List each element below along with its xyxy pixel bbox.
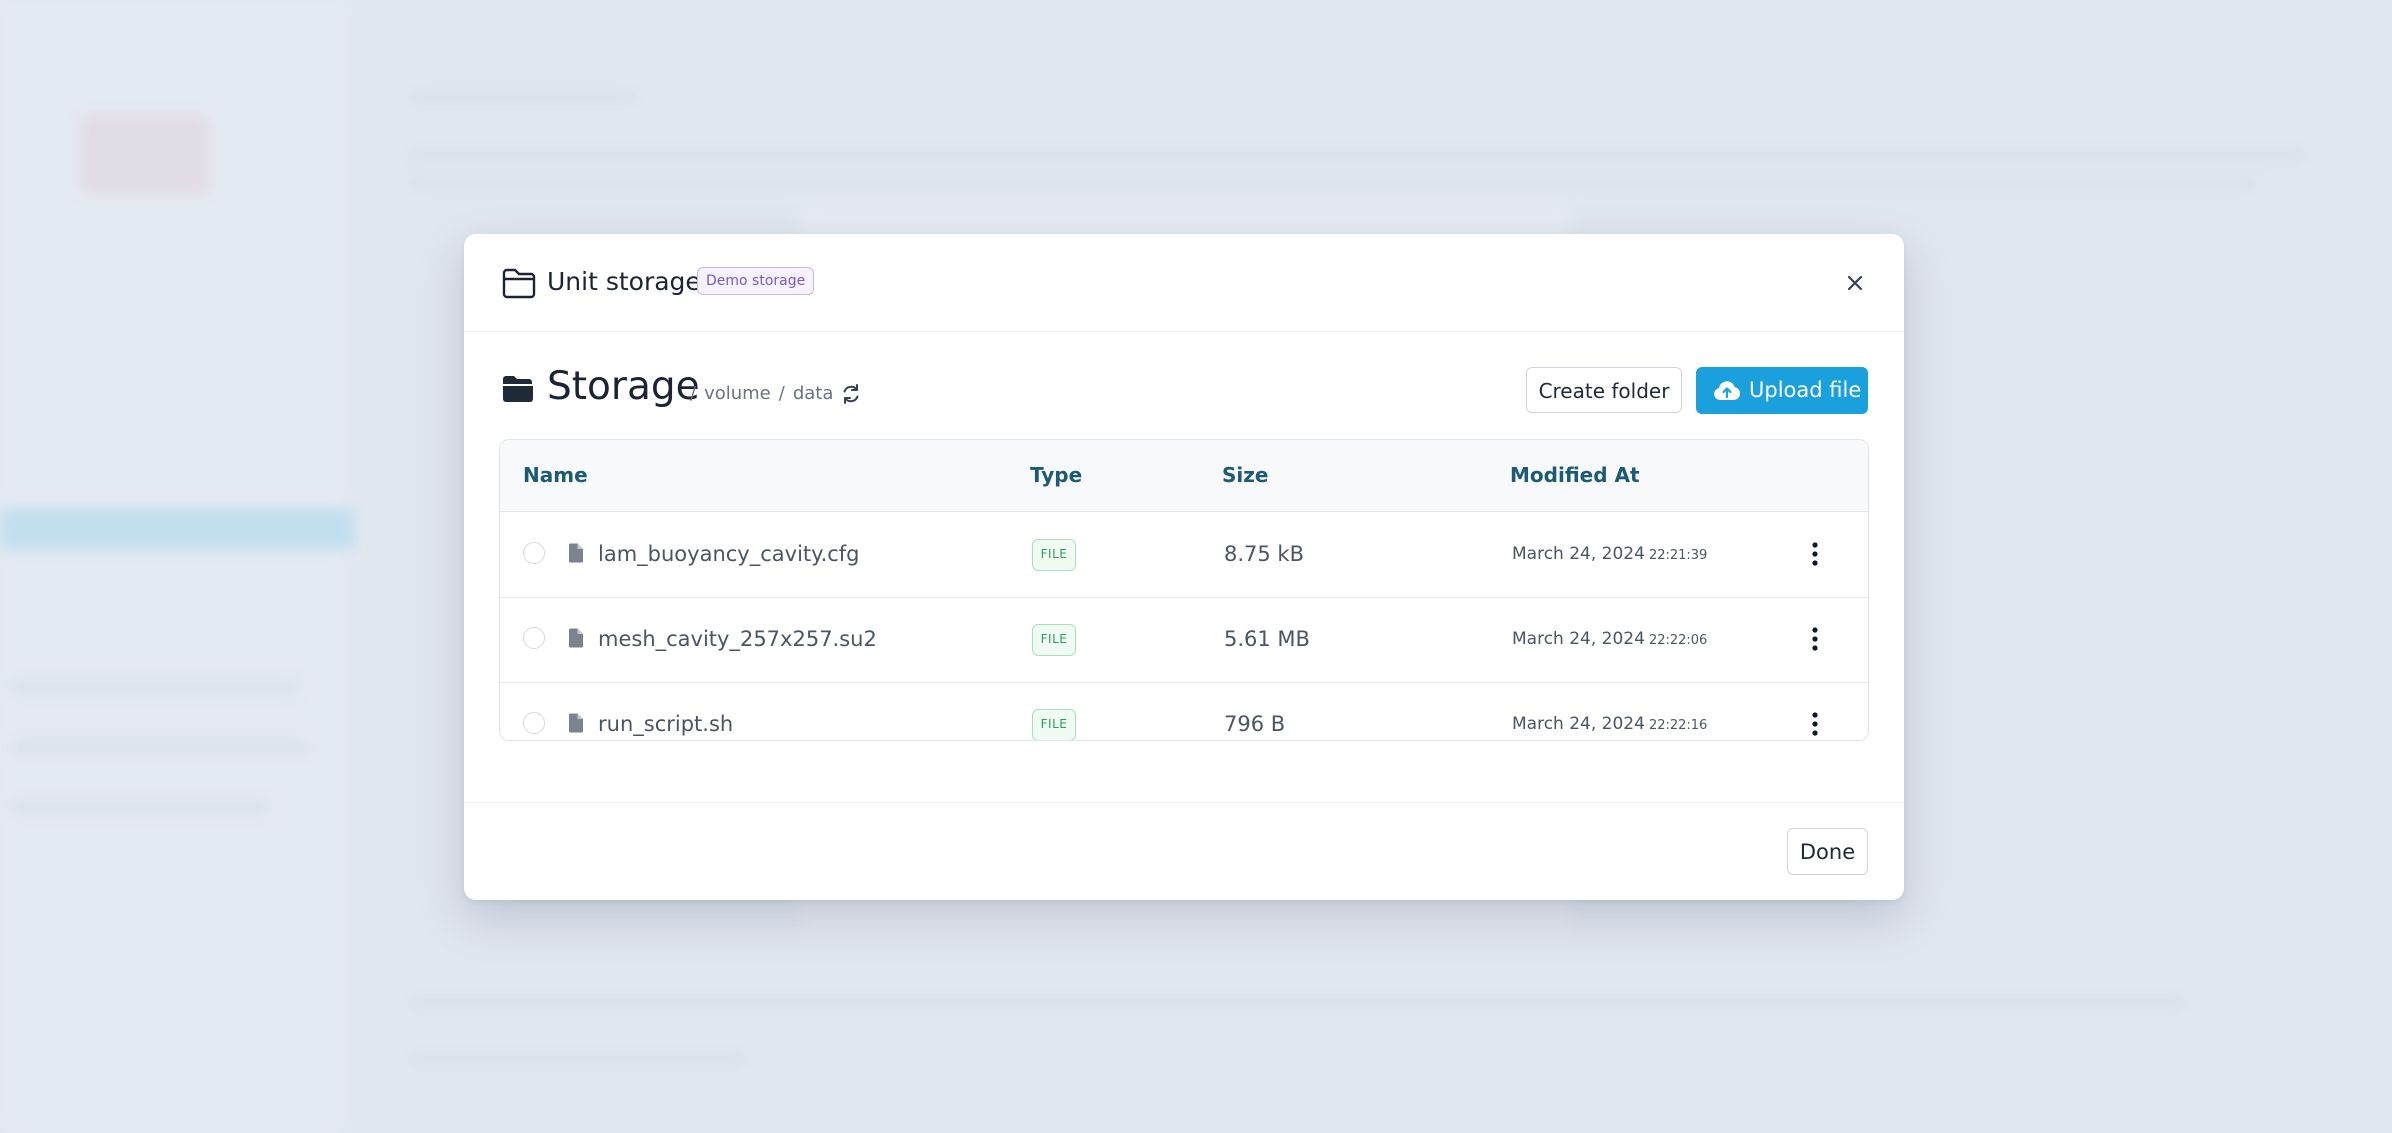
column-header-name[interactable]: Name	[523, 440, 588, 511]
column-header-size[interactable]: Size	[1222, 440, 1268, 511]
folder-open-icon	[502, 268, 536, 299]
file-size: 5.61 MB	[1224, 627, 1310, 651]
modified-date: March 24, 2024	[1512, 714, 1645, 734]
file-type-badge: FILE	[1032, 539, 1076, 571]
files-table: Name Type Size Modified At lam_buoyancy_…	[499, 439, 1869, 741]
modified-date: March 24, 2024	[1512, 544, 1645, 564]
file-type-badge: FILE	[1032, 624, 1076, 656]
file-size: 796 B	[1224, 712, 1286, 736]
document-icon	[569, 713, 583, 733]
folder-filled-icon	[503, 376, 533, 402]
modal-header: Unit storage Demo storage	[464, 234, 1904, 332]
create-folder-button[interactable]: Create folder	[1526, 367, 1682, 413]
upload-file-label: Upload file	[1749, 378, 1862, 402]
file-modified-at: March 24, 2024 22:22:16	[1512, 682, 1708, 740]
file-modified-at: March 24, 2024 22:21:39	[1512, 512, 1707, 598]
file-modified-at: March 24, 2024 22:22:06	[1512, 597, 1707, 683]
file-name[interactable]: lam_buoyancy_cavity.cfg	[598, 512, 860, 597]
breadcrumb-separator: /	[778, 383, 785, 404]
kebab-menu-icon[interactable]	[1803, 539, 1827, 569]
done-button[interactable]: Done	[1787, 828, 1868, 875]
file-name[interactable]: run_script.sh	[598, 682, 733, 740]
modified-date: March 24, 2024	[1512, 629, 1645, 649]
column-header-modified-at[interactable]: Modified At	[1510, 440, 1640, 511]
close-icon[interactable]	[1840, 268, 1870, 298]
upload-file-button[interactable]: Upload file	[1696, 367, 1868, 414]
modified-time: 22:22:06	[1648, 633, 1708, 648]
breadcrumb: / volume / data	[690, 382, 841, 406]
modal-title: Unit storage	[547, 267, 701, 296]
file-size: 8.75 kB	[1224, 542, 1305, 566]
breadcrumb-item-volume[interactable]: volume	[704, 383, 771, 404]
file-name[interactable]: mesh_cavity_257x257.su2	[598, 597, 877, 682]
modified-time: 22:22:16	[1648, 718, 1708, 733]
document-icon	[569, 628, 583, 648]
kebab-menu-icon[interactable]	[1803, 709, 1827, 739]
breadcrumb-separator: /	[690, 383, 697, 404]
table-row[interactable]: run_script.sh FILE 796 B March 24, 2024 2…	[500, 682, 1868, 740]
storage-title: Storage	[547, 364, 700, 409]
row-select-radio[interactable]	[523, 627, 545, 649]
document-icon	[569, 543, 583, 563]
table-row[interactable]: lam_buoyancy_cavity.cfg FILE 8.75 kB Mar…	[500, 512, 1868, 598]
unit-storage-modal: Unit storage Demo storage Storage / volum…	[464, 234, 1904, 900]
demo-storage-badge: Demo storage	[697, 267, 815, 295]
table-row[interactable]: mesh_cavity_257x257.su2 FILE 5.61 MB Mar…	[500, 597, 1868, 683]
breadcrumb-item-data[interactable]: data	[793, 383, 834, 404]
table-header: Name Type Size Modified At	[500, 440, 1868, 512]
kebab-menu-icon[interactable]	[1803, 624, 1827, 654]
row-select-radio[interactable]	[523, 542, 545, 564]
row-select-radio[interactable]	[523, 712, 545, 734]
cloud-upload-icon	[1714, 381, 1741, 400]
modified-time: 22:21:39	[1648, 548, 1708, 563]
file-type-badge: FILE	[1032, 709, 1076, 740]
modal-footer	[464, 802, 1904, 901]
column-header-type[interactable]: Type	[1030, 440, 1082, 511]
refresh-icon[interactable]	[838, 381, 864, 407]
